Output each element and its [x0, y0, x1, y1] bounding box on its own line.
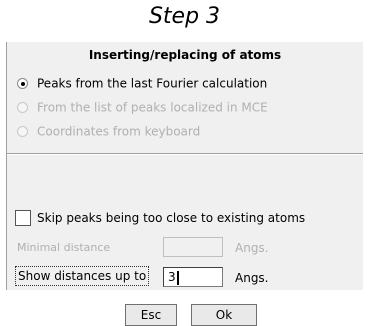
- minimal-distance-field[interactable]: [163, 237, 223, 257]
- ok-button[interactable]: Ok: [191, 304, 257, 326]
- minimal-distance-label: Minimal distance: [17, 241, 111, 254]
- minimal-distance-unit: Angs.: [235, 241, 269, 255]
- show-distances-label: Show distances up to: [15, 266, 150, 286]
- option-mce-peaks[interactable]: From the list of peaks localized in MCE: [17, 100, 268, 115]
- option-mce-peaks-label: From the list of peaks localized in MCE: [37, 100, 268, 115]
- dialog-title: Inserting/replacing of atoms: [88, 48, 282, 62]
- show-distances-unit: Angs.: [235, 271, 269, 285]
- option-fourier-peaks[interactable]: Peaks from the last Fourier calculation: [17, 76, 267, 91]
- radio-unchecked-icon[interactable]: [17, 126, 28, 137]
- skip-close-peaks-checkbox[interactable]: [15, 210, 31, 226]
- radio-checked-icon[interactable]: [17, 78, 28, 89]
- insert-atoms-dialog: Inserting/replacing of atoms Peaks from …: [6, 42, 363, 326]
- show-distances-value: 3: [168, 270, 176, 284]
- option-fourier-peaks-label: Peaks from the last Fourier calculation: [37, 76, 268, 91]
- show-distances-field[interactable]: 3: [163, 267, 223, 287]
- radio-unchecked-icon[interactable]: [17, 102, 28, 113]
- esc-button[interactable]: Esc: [125, 304, 177, 326]
- option-keyboard-coordinates-label: Coordinates from keyboard: [37, 124, 201, 139]
- step-caption: Step 3: [148, 4, 221, 29]
- text-caret: [176, 270, 179, 285]
- option-keyboard-coordinates[interactable]: Coordinates from keyboard: [17, 124, 200, 139]
- separator: [7, 153, 363, 155]
- skip-close-peaks-label: Skip peaks being too close to existing a…: [37, 211, 306, 225]
